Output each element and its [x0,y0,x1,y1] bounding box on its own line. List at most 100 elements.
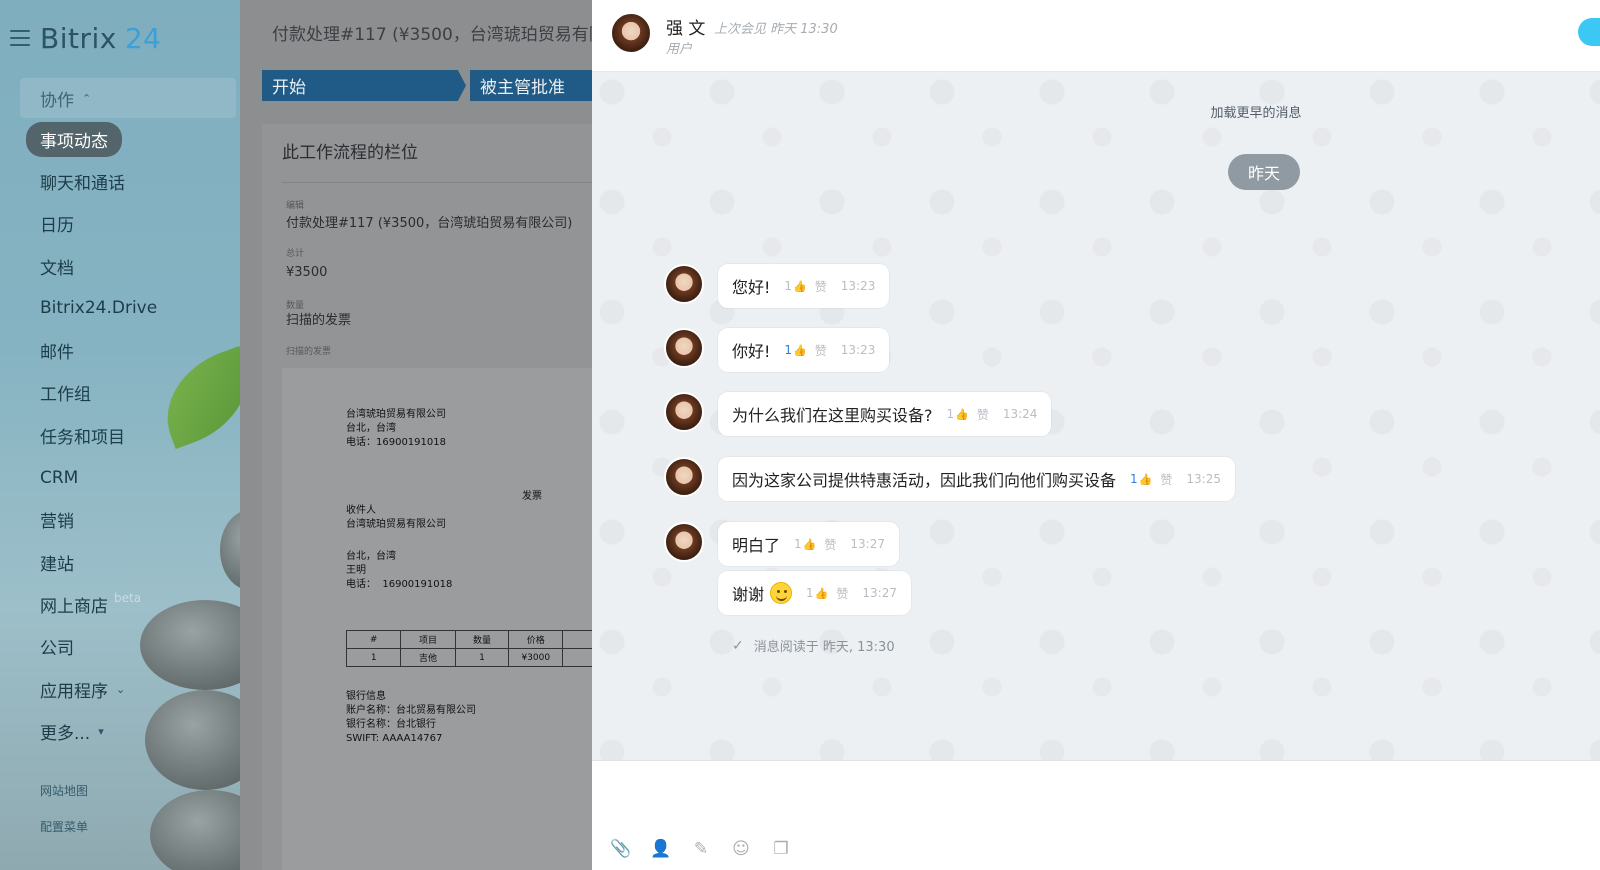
sidebar-item-online-store[interactable]: 网上商店 beta [20,583,236,625]
checkmark-icon: ✓ [732,637,744,654]
bitrix24-logo[interactable]: Bitrix 24 [40,22,161,55]
sidebar-item-marketing[interactable]: 营销 [20,499,236,541]
message-text: 为什么我们在这里购买设备? [732,406,933,425]
sidebar: Bitrix 24 协作 ⌃ 事项动态 聊天和通话 日历 文档 Bitrix24.D… [0,0,240,870]
message-text: 您好! [732,278,771,297]
like-count: 1 [784,343,793,357]
field-label-total: 总计 [286,249,305,259]
message-avatar[interactable] [664,522,704,562]
message-history[interactable]: 加载更早的消息 昨天 您好! 1 👍 赞 13:23 你好! 1 👍 赞 13:23… [592,72,1600,760]
table-cell: ¥3000 [508,648,564,667]
table-header-cell: 数量 [454,630,510,649]
message-text: 明白了 [732,536,781,555]
sidebar-item-activity-stream[interactable]: 事项动态 [20,118,236,160]
sidebar-item-tasks-and-projects[interactable]: 任务和项目 [20,414,236,456]
contact-name[interactable]: 强 文 [666,14,705,39]
sitemap-link[interactable]: 网站地图 [40,782,88,799]
smiley-icon[interactable]: ☺ [730,838,752,860]
message-bubble[interactable]: 为什么我们在这里购买设备? 1 👍 赞 13:24 [718,392,1052,436]
scanned-invoice[interactable]: 台湾琥珀贸易有限公司 台北，台湾 电话：16900191018 发票 收件人 台… [282,368,592,870]
like-button[interactable]: 赞 [836,585,848,602]
like-button[interactable]: 赞 [815,342,827,359]
sidebar-item-calendar[interactable]: 日历 [20,203,236,245]
table-header-cell: 项目 [400,630,456,649]
beta-badge: beta [114,591,142,606]
stage-start[interactable]: 开始 [262,70,466,101]
like-button[interactable]: 赞 [1160,471,1172,488]
thumbs-up-icon: 👍 [1138,472,1153,486]
field-value-quantity: 扫描的发票 [286,313,352,328]
message-input-area[interactable]: 📎 👤 ✎ ☺ ❐ [592,760,1600,870]
workflow-panel: 付款处理#117 (¥3500，台湾琥珀贸易有限 开始 被主管批准 此工作流程的… [240,0,592,870]
chevron-up-icon: ⌃ [82,91,92,105]
sidebar-item-mail[interactable]: 邮件 [20,329,236,371]
screens-icon[interactable]: ❐ [770,838,792,860]
thumbs-up-icon: 👍 [793,343,807,357]
message-meta: 1 👍 赞 13:24 [947,406,1038,423]
edit-icon[interactable]: ✎ [690,838,712,860]
message-meta: 1 👍 赞 13:27 [794,536,885,553]
configure-menu-link[interactable]: 配置菜单 [40,818,88,835]
contact-avatar[interactable] [610,12,652,54]
message-bubble[interactable]: 谢谢 1 👍 赞 13:27 [718,571,911,615]
contact-role: 用户 [666,42,693,57]
message-avatar[interactable] [664,392,704,432]
sidebar-header: Bitrix 24 [0,18,240,58]
invoice-address: 台北，台湾 王明 电话： 16900191018 [346,551,453,590]
sidebar-menu: 协作 ⌃ 事项动态 聊天和通话 日历 文档 Bitrix24.Drive 邮件 工… [20,78,236,752]
thumbs-up-icon: 👍 [955,407,969,421]
field-label-edit: 编辑 [286,201,305,211]
invoice-company: 台湾琥珀贸易有限公司 台北，台湾 电话：16900191018 [346,409,446,448]
sidebar-item-crm[interactable]: CRM [20,456,236,498]
invoice-bank-info: 银行信息 账户名称：台北贸易有限公司 银行名称：台北银行 SWIFT: AAAA… [346,691,476,744]
thumbs-up-icon: 👍 [814,586,829,600]
sidebar-item-company[interactable]: 公司 [20,626,236,668]
sidebar-item-sites[interactable]: 建站 [20,541,236,583]
message-time: 13:27 [850,537,885,551]
chevron-down-icon: ⌄ [116,682,126,696]
like-count: 1 [946,407,955,421]
invoice-title: 发票 [522,491,542,502]
sidebar-item-workgroups[interactable]: 工作组 [20,372,236,414]
background-stone [150,790,240,870]
message-bubble[interactable]: 因为这家公司提供特惠活动，因此我们向他们购买设备 1 👍 赞 13:25 [718,457,1235,501]
message-text: 谢谢 [732,585,765,604]
load-earlier-messages-link[interactable]: 加载更早的消息 [592,102,1600,121]
table-header-cell [562,630,592,649]
sidebar-item-more[interactable]: 更多... ▾ [20,710,236,752]
table-cell: 吉他 [400,648,456,667]
message-avatar[interactable] [664,328,704,368]
input-toolbar: 📎 👤 ✎ ☺ ❐ [610,838,792,860]
message-bubble[interactable]: 你好! 1 👍 赞 13:23 [718,328,890,372]
message-bubble[interactable]: 明白了 1 👍 赞 13:27 [718,522,899,566]
like-button[interactable]: 赞 [977,406,989,423]
hamburger-menu-icon[interactable] [10,30,30,46]
message-bubble[interactable]: 您好! 1 👍 赞 13:23 [718,264,890,308]
chat-header: 强 文 上次会见 昨天 13:30 用户 [592,0,1600,72]
paperclip-icon[interactable]: 📎 [610,838,632,860]
table-cell: 1 [454,648,510,667]
message-avatar[interactable] [664,457,704,497]
table-header-row: # 项目 数量 价格 [345,630,592,649]
message-avatar[interactable] [664,264,704,304]
smiley-emoji-icon [770,582,793,604]
like-button[interactable]: 赞 [824,536,836,553]
date-separator: 昨天 [1228,154,1300,190]
message-meta: 1 👍 赞 13:25 [1130,471,1221,488]
sidebar-group-collaboration[interactable]: 协作 ⌃ [20,78,236,118]
workflow-fields-card: 此工作流程的栏位 编辑 付款处理#117 (¥3500，台湾琥珀贸易有限公司) … [262,124,592,870]
message-time: 13:23 [840,279,876,293]
sidebar-item-applications[interactable]: 应用程序 ⌄ [20,668,236,710]
like-button[interactable]: 赞 [815,278,827,295]
sidebar-item-documents[interactable]: 文档 [20,245,236,287]
divider [282,182,592,183]
sidebar-item-drive[interactable]: Bitrix24.Drive [20,287,236,329]
user-icon[interactable]: 👤 [650,838,672,860]
workflow-title: 付款处理#117 (¥3500，台湾琥珀贸易有限 [272,25,592,45]
chat-panel: 强 文 上次会见 昨天 13:30 用户 加载更早的消息 昨天 您好! 1 👍 赞… [592,0,1600,870]
stage-approved-by-supervisor[interactable]: 被主管批准 [470,70,592,101]
call-button[interactable] [1578,18,1600,46]
sidebar-item-chat-and-calls[interactable]: 聊天和通话 [20,160,236,202]
table-cell: 1 [345,648,402,667]
field-value-edit: 付款处理#117 (¥3500，台湾琥珀贸易有限公司) [286,216,573,231]
